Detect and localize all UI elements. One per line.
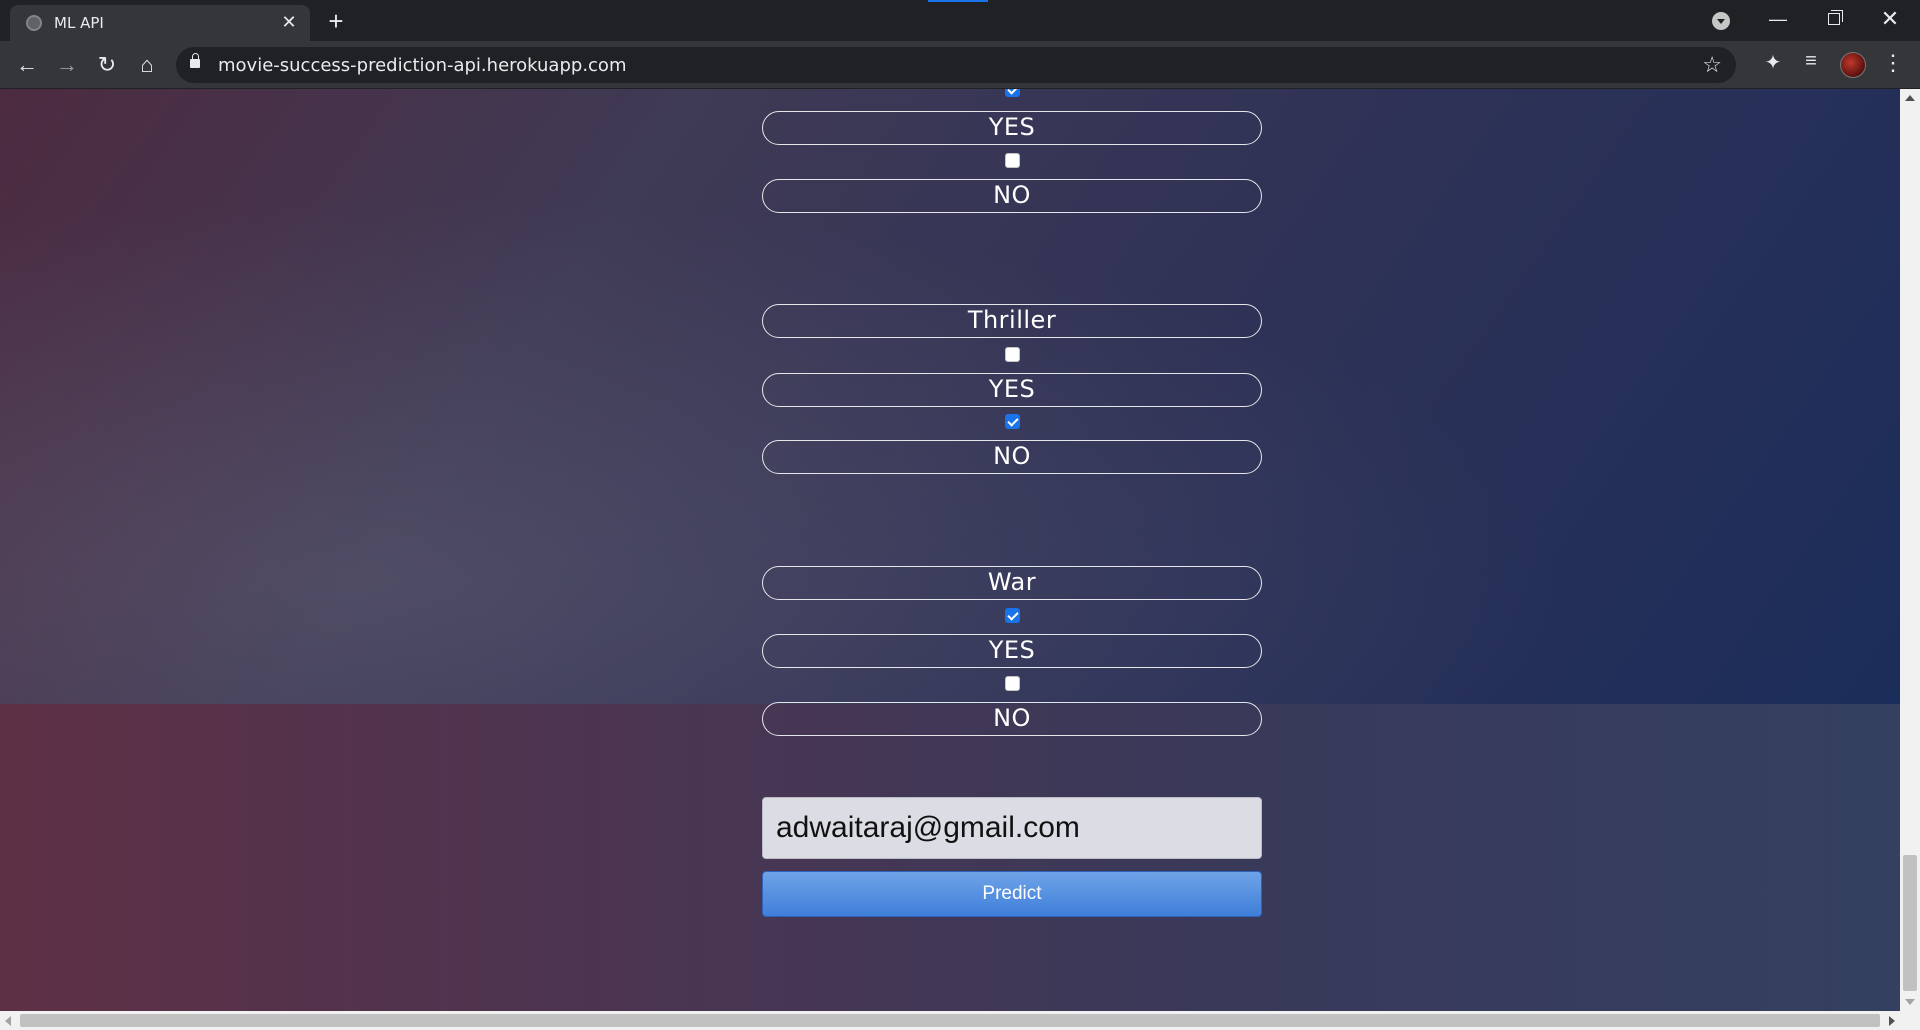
restore-button[interactable] <box>1814 4 1854 34</box>
back-arrow-icon[interactable]: ← <box>12 50 42 80</box>
genre-thriller-yes-label: YES <box>762 373 1262 407</box>
profile-avatar[interactable] <box>1840 52 1866 78</box>
genre-0-no-checkbox[interactable] <box>1005 153 1020 168</box>
genre-thriller-no-label: NO <box>762 440 1262 474</box>
extensions-puzzle-icon[interactable]: ✦ <box>1760 50 1786 76</box>
reload-icon[interactable]: ↻ <box>92 50 122 80</box>
tab-search-icon[interactable] <box>1712 12 1730 30</box>
genre-thriller-yes-checkbox[interactable] <box>1005 347 1020 362</box>
genre-war-no-label: NO <box>762 702 1262 736</box>
scroll-up-arrow-icon[interactable] <box>1905 95 1915 101</box>
bookmark-star-icon[interactable]: ☆ <box>1702 52 1722 78</box>
home-icon[interactable]: ⌂ <box>132 50 162 80</box>
browser-toolbar: ← → ↻ ⌂ movie-success-prediction-api.her… <box>0 41 1920 89</box>
tab-title: ML API <box>54 14 104 32</box>
predict-button[interactable]: Predict <box>762 871 1262 917</box>
horizontal-scrollbar[interactable] <box>0 1011 1920 1030</box>
tab-bar: ML API ✕ + — ✕ <box>0 0 1920 41</box>
new-tab-button[interactable]: + <box>322 8 350 36</box>
url-text[interactable]: movie-success-prediction-api.herokuapp.c… <box>218 55 626 76</box>
vertical-scroll-thumb[interactable] <box>1903 855 1917 991</box>
vertical-scrollbar[interactable] <box>1900 89 1920 1011</box>
media-playlist-icon[interactable]: ≡ <box>1798 50 1824 76</box>
browser-tab[interactable]: ML API ✕ <box>10 5 310 41</box>
genre-0-yes-label: YES <box>762 111 1262 145</box>
forward-arrow-icon[interactable]: → <box>52 50 82 80</box>
genre-0-yes-checkbox[interactable] <box>1005 89 1020 97</box>
genre-thriller-no-checkbox[interactable] <box>1005 414 1020 429</box>
genre-war-no-checkbox[interactable] <box>1005 676 1020 691</box>
email-field[interactable]: adwaitaraj@gmail.com <box>762 797 1262 859</box>
tab-strip-accent <box>928 0 988 2</box>
horizontal-scroll-thumb[interactable] <box>20 1014 1880 1027</box>
genre-war-yes-label: YES <box>762 634 1262 668</box>
kebab-menu-icon[interactable]: ⋮ <box>1880 50 1906 76</box>
close-window-button[interactable]: ✕ <box>1870 4 1910 34</box>
scroll-down-arrow-icon[interactable] <box>1905 999 1915 1005</box>
scroll-right-arrow-icon[interactable] <box>1889 1016 1895 1026</box>
genre-thriller-title: Thriller <box>762 304 1262 338</box>
genre-0-no-label: NO <box>762 179 1262 213</box>
minimize-button[interactable]: — <box>1758 4 1798 34</box>
globe-icon <box>26 15 42 31</box>
address-bar[interactable]: movie-success-prediction-api.herokuapp.c… <box>176 47 1736 83</box>
genre-war-yes-checkbox[interactable] <box>1005 608 1020 623</box>
genre-war-title: War <box>762 566 1262 600</box>
page-viewport: YES NO Thriller YES NO War YES NO adwait… <box>0 89 1900 1011</box>
close-tab-icon[interactable]: ✕ <box>278 11 300 33</box>
scroll-left-arrow-icon[interactable] <box>5 1016 11 1026</box>
lock-icon[interactable] <box>190 53 200 68</box>
